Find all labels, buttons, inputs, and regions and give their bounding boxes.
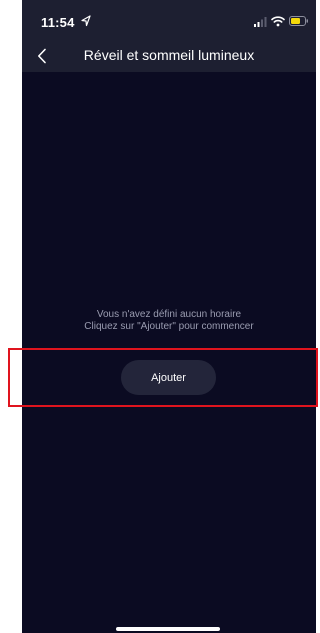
location-arrow-icon (81, 15, 91, 27)
phone-screen: 11:54 Réveil et sommeil lumineux Vous n'… (22, 0, 316, 633)
wifi-icon (271, 16, 285, 27)
cellular-signal-icon (254, 17, 267, 27)
empty-state-message: Vous n'avez défini aucun horaire (96, 309, 242, 320)
chevron-left-icon (38, 48, 46, 64)
back-button[interactable] (30, 44, 54, 68)
home-indicator (116, 627, 220, 631)
page-title: Réveil et sommeil lumineux (83, 47, 255, 63)
status-bar: 11:54 (22, 0, 316, 40)
status-time: 11:54 (41, 15, 75, 30)
empty-state-hint: Cliquez sur "Ajouter" pour commencer (84, 321, 254, 332)
add-button[interactable]: Ajouter (121, 360, 216, 395)
battery-icon (289, 16, 308, 26)
navigation-bar: Réveil et sommeil lumineux (22, 40, 316, 72)
